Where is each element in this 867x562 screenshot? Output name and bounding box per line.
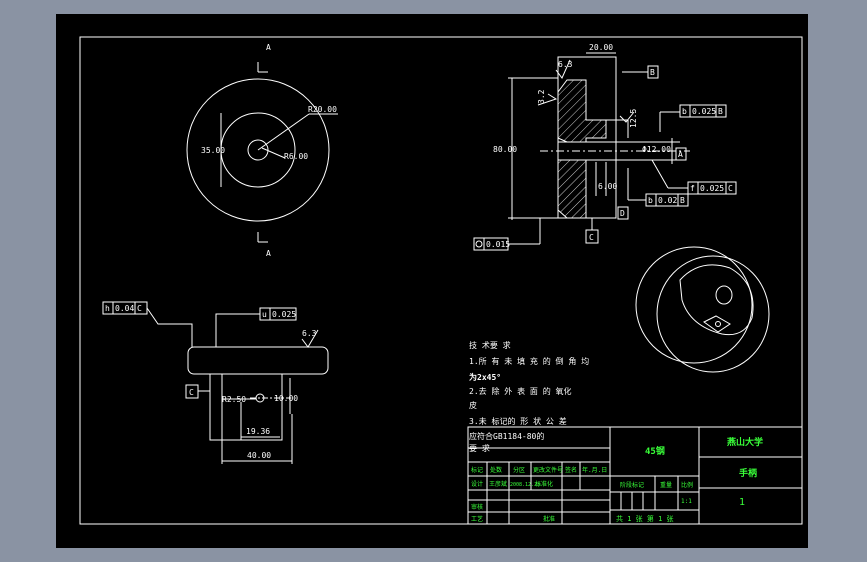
rough-125: 12.5 (629, 109, 638, 128)
dim-1936: 19.36 (246, 427, 270, 436)
tb-drawing-no: 1 (739, 497, 745, 508)
cad-drawing-sheet: A A 35.00 R20.00 R6.00 20.00 80.00 6.3 3… (56, 14, 808, 548)
tb-material: 45钢 (645, 445, 665, 457)
tb-header-3: 更改文件号 (533, 466, 563, 474)
tb-stage-label: 阶段标记 (620, 481, 644, 489)
dim-35: 35.00 (201, 146, 225, 155)
top-tol-right-val: 0.025 (272, 310, 296, 319)
tol-b-ref: B (718, 107, 723, 116)
tol-b-val: 0.025 (692, 107, 716, 116)
note-line-3: 2.去 除 外 表 面 的 氧化 (469, 386, 572, 396)
datum-d: D (620, 209, 625, 218)
note-line-6: 应符合GB1184-80的 (469, 431, 544, 441)
datum-a: A (678, 150, 683, 159)
dim-r25: R2.50 (222, 395, 246, 404)
tb-approve-label: 批准 (543, 515, 555, 523)
tb-standardize-label: 标准化 (535, 480, 553, 488)
note-line-5: 3.未 标记的 形 状 公 差 (469, 416, 567, 426)
tb-scale-label: 比例 (681, 481, 693, 489)
tb-header-4: 签名 (565, 466, 577, 474)
dim-dia12: Φ12.00 (642, 145, 671, 154)
tol-mid-sym: b (648, 196, 653, 205)
tb-university: 燕山大学 (727, 436, 763, 448)
tb-designer-name: 王彦斌 (489, 480, 507, 488)
drawing-canvas (56, 14, 808, 548)
tol-bottom-val: 0.015 (486, 240, 510, 249)
tb-sheet-info: 共 1 张 第 1 张 (616, 514, 674, 523)
note-line-0: 技 术要 求 (469, 340, 511, 350)
dim-r20: R20.00 (308, 105, 337, 114)
tol-b-sym: b (682, 107, 687, 116)
note-line-1: 1.所 有 未 填 充 的 倒 角 均 (469, 356, 589, 366)
tb-designer-label: 设计 (471, 480, 483, 488)
top-tol-right-sym: u (262, 310, 267, 319)
tb-header-5: 年.月.日 (582, 466, 607, 474)
rough-63: 6.3 (558, 60, 573, 69)
tb-header-0: 标记 (471, 466, 483, 474)
top-tol-left-val: 0.04 (115, 304, 134, 313)
top-tol-left-ref: C (137, 304, 142, 313)
tb-header-1: 处数 (490, 466, 502, 474)
tol-mid-ref: B (680, 196, 685, 205)
dim-r6: R6.00 (284, 152, 308, 161)
tb-weight-label: 重量 (660, 481, 672, 489)
tb-process-label: 工艺 (471, 515, 483, 523)
dim-6: 6.00 (598, 182, 617, 191)
dim-10: 10.00 (274, 394, 298, 403)
top-rough: 6.3 (302, 329, 317, 338)
tol-f-ref: C (728, 184, 733, 193)
datum-b: B (650, 68, 655, 77)
top-datum-c: C (189, 388, 194, 397)
tb-header-2: 分区 (513, 466, 525, 474)
section-label-bottom: A (266, 249, 271, 258)
tol-f-sym: f (690, 184, 695, 193)
tb-review-label: 审核 (471, 503, 483, 511)
note-line-4: 皮 (469, 400, 477, 410)
tb-part-name: 手柄 (739, 467, 757, 479)
section-label-top: A (266, 43, 271, 52)
tol-mid-val: 0.02 (658, 196, 677, 205)
tol-f-val: 0.025 (700, 184, 724, 193)
note-line-2: 为2x45° (469, 372, 501, 382)
dim-80: 80.00 (493, 145, 517, 154)
dim-20: 20.00 (589, 43, 613, 52)
dim-40: 40.00 (247, 451, 271, 460)
tb-scale-value: 1:1 (681, 498, 692, 505)
top-tol-left-sym: h (105, 304, 110, 313)
datum-c: C (589, 233, 594, 242)
section-hatch-lower (557, 159, 587, 219)
rough-32: 3.2 (537, 89, 546, 104)
